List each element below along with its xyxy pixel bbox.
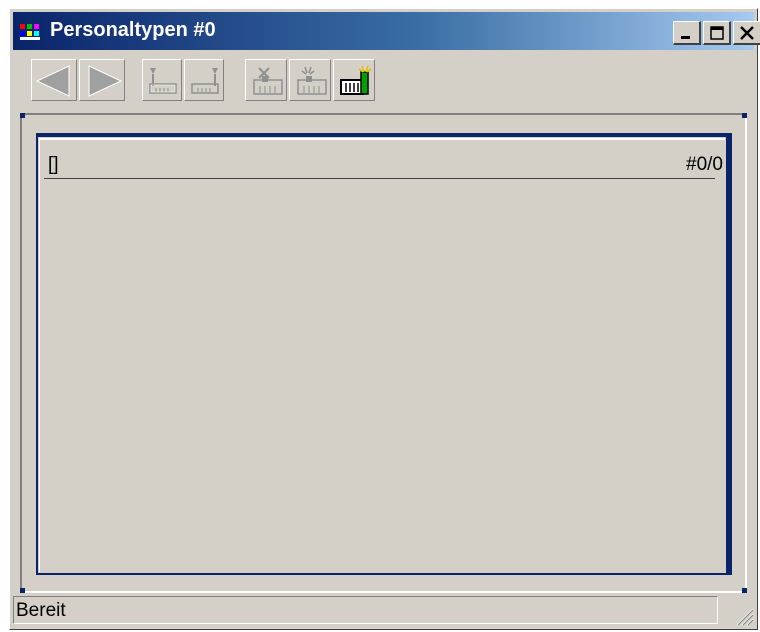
record-counter: #0/0 <box>686 154 723 175</box>
maximize-icon <box>710 26 724 40</box>
minimize-icon <box>681 36 690 39</box>
close-button[interactable] <box>733 21 760 45</box>
last-record-button[interactable] <box>184 59 224 101</box>
maximize-button[interactable] <box>703 21 731 45</box>
header-divider <box>44 178 715 179</box>
left-triangle-icon <box>35 65 70 97</box>
close-icon <box>740 26 754 40</box>
right-triangle-icon <box>88 65 123 97</box>
status-bar: Bereit <box>13 594 754 626</box>
building-cross-icon <box>253 67 283 95</box>
tray-insert-left-icon <box>149 68 177 94</box>
building-spark-icon <box>297 66 327 95</box>
building-new-icon <box>340 65 372 95</box>
status-cell: Bereit <box>13 596 718 624</box>
record-value: [] <box>48 154 59 175</box>
copy-record-button[interactable] <box>289 59 331 101</box>
tray-insert-right-icon <box>191 68 219 94</box>
window-title: Personaltypen #0 <box>50 19 216 41</box>
toolbar <box>13 53 754 111</box>
title-bar[interactable]: Personaltypen #0 <box>13 12 760 50</box>
next-button[interactable] <box>79 59 125 101</box>
status-text: Bereit <box>16 600 66 621</box>
app-icon[interactable] <box>19 22 45 42</box>
minimize-button[interactable] <box>673 21 701 45</box>
first-record-button[interactable] <box>142 59 182 101</box>
new-record-button[interactable] <box>333 59 375 101</box>
resize-grip-icon[interactable] <box>732 604 754 626</box>
previous-button[interactable] <box>31 59 77 101</box>
window: Personaltypen #0 [] #0/0 Bereit <box>9 8 760 630</box>
content-frame: [] #0/0 <box>20 113 747 593</box>
record-panel: [] #0/0 <box>36 133 732 575</box>
delete-record-button[interactable] <box>245 59 287 101</box>
